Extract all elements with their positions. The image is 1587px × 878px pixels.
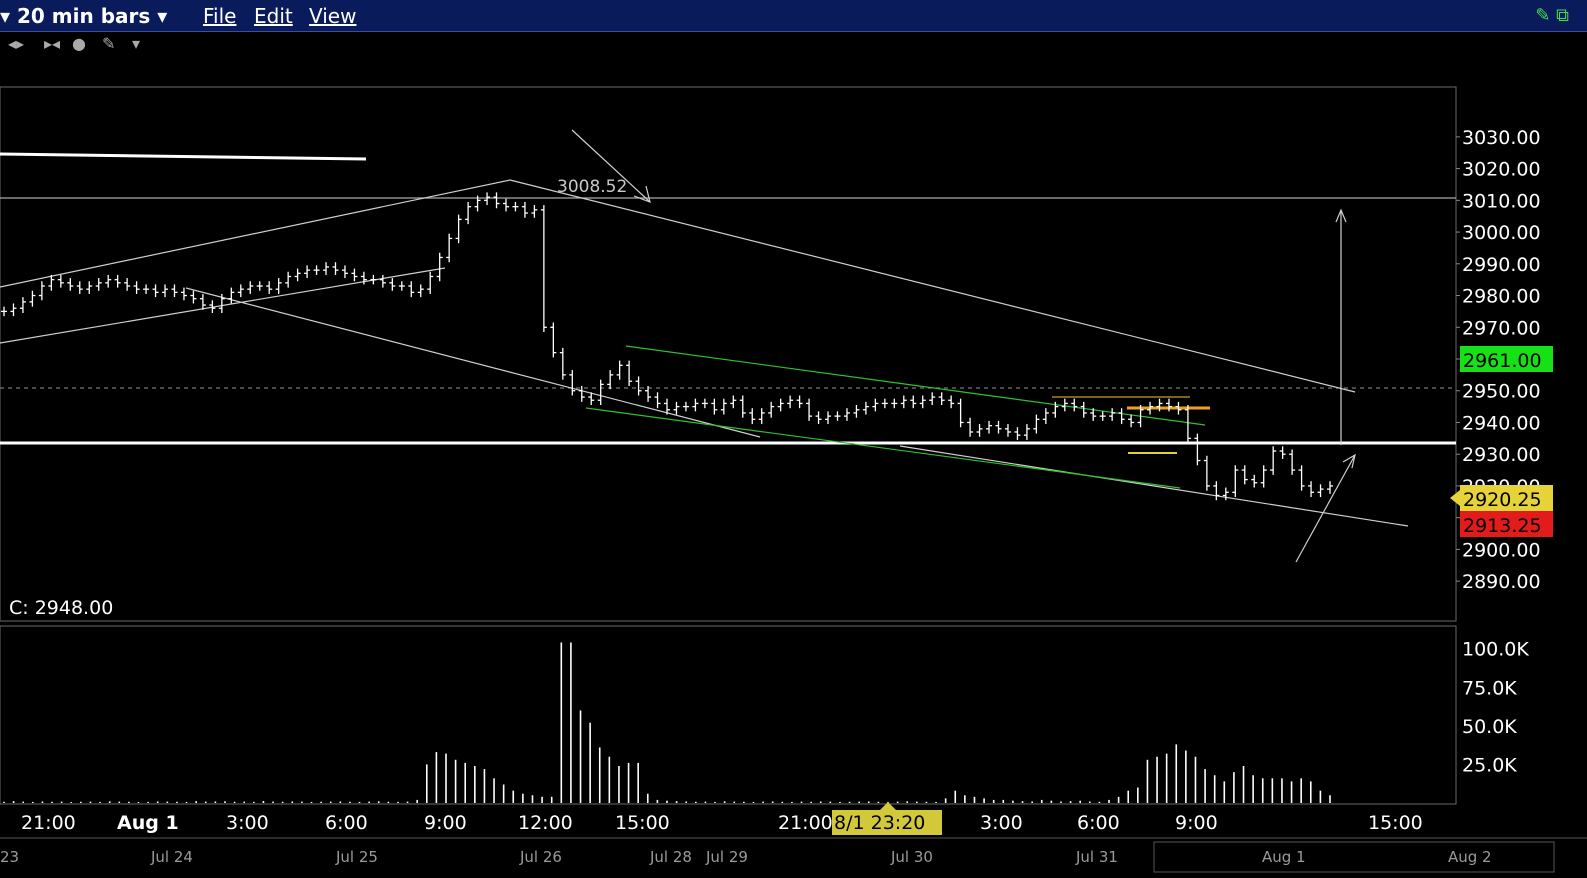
volume-panel (0, 625, 1457, 805)
badge-red: 2913.25 (1463, 515, 1542, 537)
price-tick-label: 2990.00 (1462, 254, 1541, 276)
time-tick: 6:00 (325, 812, 368, 834)
upper-uptrend-line (0, 179, 511, 288)
date-tick: Jul 24 (150, 848, 193, 866)
dropdown-arrow-icon: ▾ (0, 4, 11, 28)
menu-edit[interactable]: Edit (254, 4, 293, 28)
price-tick-label: 2980.00 (1462, 286, 1541, 308)
time-tick: 21:00 (21, 812, 76, 834)
price-badges: 2961.00 2920.25 2913.25 (1450, 346, 1553, 537)
green-channel-bottom (585, 407, 1181, 489)
date-tick: Jul 28 (649, 848, 692, 866)
time-tick: 3:00 (980, 812, 1023, 834)
date-tick: Jul 31 (1075, 848, 1118, 866)
date-tick: Aug 2 (1448, 848, 1492, 866)
price-tick-label: 3030.00 (1462, 127, 1541, 149)
volume-tick-label: 100.0K (1462, 639, 1529, 661)
volume-axis: 100.0K 75.0K 50.0K 25.0K (1462, 639, 1529, 777)
time-tick: 6:00 (1077, 812, 1120, 834)
badge-green: 2961.00 (1463, 350, 1542, 372)
price-tick-label: 2890.00 (1462, 571, 1541, 593)
date-tick: Jul 25 (335, 848, 378, 866)
time-tick: 15:00 (1368, 812, 1423, 834)
price-tick-label: 2950.00 (1462, 381, 1541, 403)
time-tick: 21:00 (778, 812, 833, 834)
chevron-down-icon: ▾ (157, 4, 168, 28)
peak-label: 3008.52 (557, 177, 627, 197)
date-tick: Jul 29 (705, 848, 748, 866)
date-tick: Jul 26 (519, 848, 562, 866)
price-tick-label: 3010.00 (1462, 190, 1541, 212)
pan-icon[interactable]: ◂▸ (8, 34, 24, 53)
close-label: C: 2948.00 (9, 597, 113, 619)
price-tick-label: 2970.00 (1462, 317, 1541, 339)
downtrend-line (509, 179, 1356, 393)
arrow-right-up (1295, 454, 1356, 563)
badge-yellow: 2920.25 (1463, 489, 1542, 511)
bar-period-dropdown[interactable]: ▾ 20 min bars ▾ (0, 4, 167, 28)
time-tick: Aug 1 (117, 812, 179, 834)
time-axis-primary: 21:00 Aug 1 3:00 6:00 9:00 12:00 15:00 2… (21, 812, 1423, 834)
chart-toolbar: ◂▸ ▸◂ ● ✎ ▾ (0, 32, 1587, 56)
price-tick-label: 2930.00 (1462, 444, 1541, 466)
time-tick: 12:00 (518, 812, 573, 834)
cursor-pointer (880, 802, 896, 810)
date-tick: Jul 30 (890, 848, 933, 866)
link-chain-icon[interactable]: ✎ ⧉ (1535, 5, 1569, 26)
time-tick: 9:00 (424, 812, 467, 834)
lower-uptrend-line (0, 267, 446, 344)
scroll-thumb[interactable] (1153, 841, 1555, 873)
time-tick: 3:00 (226, 812, 269, 834)
price-panel (0, 86, 1457, 622)
volume-tick-label: 25.0K (1462, 754, 1517, 776)
chevron-down-icon[interactable]: ▾ (132, 34, 140, 53)
time-tick: 15:00 (615, 812, 670, 834)
date-tick: 23 (0, 848, 19, 866)
wrench-icon[interactable]: ✎ (102, 34, 115, 53)
price-tick-label: 3000.00 (1462, 222, 1541, 244)
volume-tick-label: 75.0K (1462, 677, 1517, 699)
color-palette-icon[interactable]: ● (72, 34, 86, 53)
price-tick-label: 3020.00 (1462, 159, 1541, 181)
menu-view[interactable]: View (309, 4, 356, 28)
chart-canvas[interactable]: 3030.00 3020.00 3010.00 3000.00 2990.00 2980.… (0, 56, 1587, 878)
price-tick-label: 2900.00 (1462, 539, 1541, 561)
downtrend-line-2 (185, 287, 761, 438)
date-tick: Aug 1 (1262, 848, 1306, 866)
drawing-layer (0, 129, 1456, 563)
price-bars (1, 192, 1333, 501)
horizontal-resistance-line (0, 152, 367, 161)
bar-period-label: 20 min bars (17, 4, 151, 28)
title-bar: ▾ 20 min bars ▾ File Edit View ✎ ⧉ (0, 0, 1587, 32)
zoom-icon[interactable]: ▸◂ (44, 34, 60, 53)
green-channel-top (625, 345, 1206, 426)
time-axis-secondary: 23 Jul 24 Jul 25 Jul 26 Jul 28 Jul 29 Ju… (0, 848, 1492, 866)
price-tick-label: 2940.00 (1462, 412, 1541, 434)
badge-pointer (1450, 490, 1460, 506)
volume-bars (3, 642, 1331, 803)
volume-tick-label: 50.0K (1462, 716, 1517, 738)
cursor-time-label: 8/1 23:20 (834, 812, 925, 834)
menu-file[interactable]: File (203, 4, 236, 28)
time-tick: 9:00 (1175, 812, 1218, 834)
